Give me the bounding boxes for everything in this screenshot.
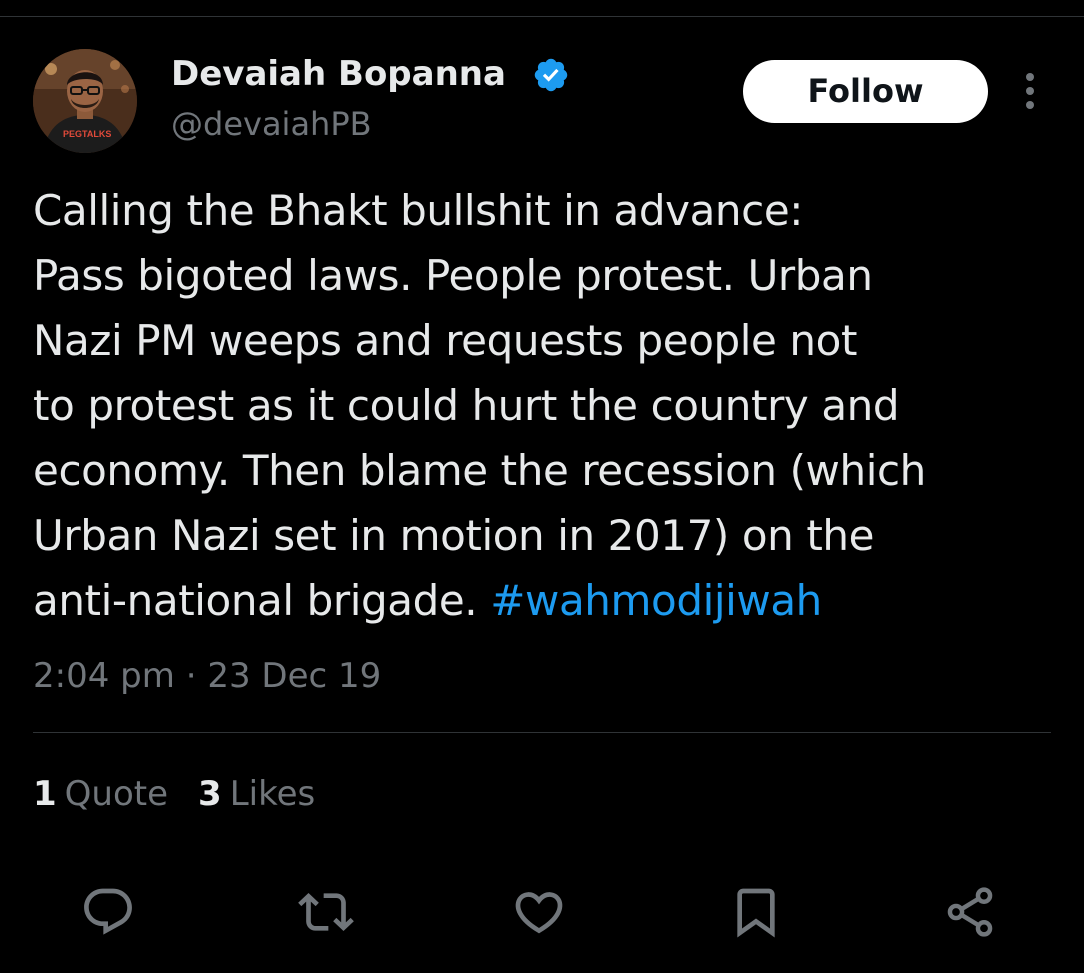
tweet-text-line: Urban Nazi set in motion in 2017) on the <box>33 511 875 560</box>
stats-divider <box>33 732 1051 733</box>
tweet-timestamp[interactable]: 2:04 pm · 23 Dec 19 <box>33 652 381 700</box>
verified-badge-icon <box>534 58 568 92</box>
retweet-icon <box>298 893 354 931</box>
tweet-text-line: economy. Then blame the recession (which <box>33 446 926 495</box>
quotes-count: 1 <box>33 774 57 814</box>
likes-stat[interactable]: 3 Likes <box>198 770 315 818</box>
bookmark-icon <box>737 888 775 938</box>
retweet-button[interactable] <box>298 884 354 940</box>
top-divider <box>0 16 1084 17</box>
share-button[interactable] <box>942 884 998 940</box>
hashtag-link[interactable]: #wahmodijiwah <box>490 576 822 625</box>
share-icon <box>947 887 993 937</box>
tweet-text-line: Pass bigoted laws. People protest. Urban <box>33 251 873 300</box>
tweet-text-line: to protest as it could hurt the country … <box>33 381 900 430</box>
tweet-stats: 1 Quote 3 Likes <box>33 770 345 818</box>
likes-count: 3 <box>198 774 222 814</box>
tweet-text: Calling the Bhakt bullshit in advance: P… <box>33 178 1053 633</box>
quotes-label: Quote <box>64 774 169 814</box>
quotes-stat[interactable]: 1 Quote <box>33 770 168 818</box>
tweet-text-line: anti-national brigade. <box>33 576 478 625</box>
tweet-time: 2:04 pm <box>33 656 175 696</box>
avatar-shirt-text: PEGTALKS <box>63 129 111 139</box>
display-name[interactable]: Devaiah Bopanna <box>171 52 506 96</box>
user-handle[interactable]: @devaiahPB <box>171 102 372 146</box>
likes-label: Likes <box>229 774 316 814</box>
avatar-photo: PEGTALKS <box>33 49 137 153</box>
tweet-date: 23 Dec 19 <box>207 656 382 696</box>
reply-button[interactable] <box>80 884 136 940</box>
follow-button[interactable]: Follow <box>743 60 988 123</box>
like-button[interactable] <box>511 884 567 940</box>
tweet-text-line: Nazi PM weeps and requests people not <box>33 316 858 365</box>
tweet-text-last-line: anti-national brigade. #wahmodijiwah <box>33 568 1053 633</box>
avatar[interactable]: PEGTALKS <box>33 49 137 153</box>
like-icon <box>515 892 563 934</box>
reply-icon <box>84 888 132 935</box>
more-options-icon[interactable] <box>1017 71 1043 115</box>
timestamp-separator: · <box>185 656 197 696</box>
bookmark-button[interactable] <box>728 884 784 940</box>
tweet-text-line: Calling the Bhakt bullshit in advance: <box>33 186 804 235</box>
